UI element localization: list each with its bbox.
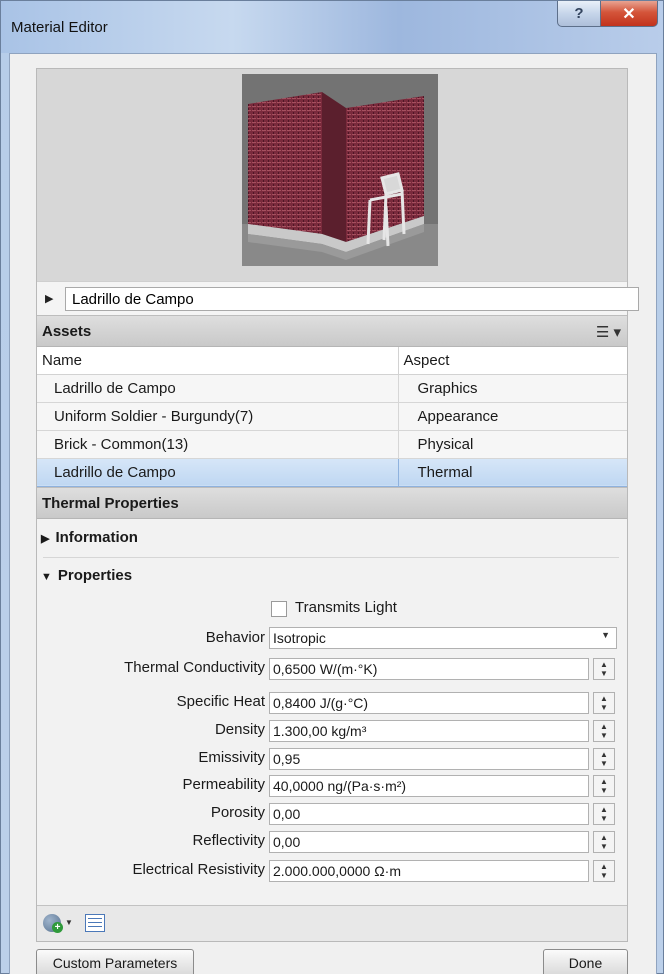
thermal-conductivity-field[interactable]: 0,6500 W/(m·°K): [269, 657, 589, 680]
spinner-arrows-icon[interactable]: ▲ ▼: [593, 719, 615, 742]
asset-name: Brick - Common(13): [37, 430, 399, 459]
dropdown-arrow-icon: ▼: [65, 918, 73, 927]
information-group[interactable]: ▶ Information: [41, 529, 138, 546]
collapsed-arrow-icon: ▶: [41, 532, 50, 545]
asset-aspect: Physical: [398, 430, 627, 459]
material-preview-area: [37, 69, 627, 281]
density-label: Density: [214, 720, 265, 738]
thermal-properties-title: Thermal Properties: [42, 494, 179, 512]
spinner-arrows-icon[interactable]: ▲ ▼: [593, 859, 615, 882]
close-button[interactable]: ✕: [600, 1, 658, 27]
asset-row[interactable]: Brick - Common(13) Physical: [37, 430, 627, 459]
information-label: Information: [55, 528, 138, 546]
expanded-arrow-icon: ▼: [41, 570, 52, 583]
electrical-resistivity-label: Electrical Resistivity: [132, 860, 265, 878]
thermal-conductivity-label: Thermal Conductivity: [124, 658, 265, 676]
behavior-label: Behavior: [205, 628, 265, 646]
asset-aspect: Graphics: [398, 374, 627, 403]
asset-name: Ladrillo de Campo: [37, 374, 399, 403]
porosity-label: Porosity: [210, 803, 265, 821]
asset-aspect: Appearance: [398, 402, 627, 431]
done-button[interactable]: Done: [543, 949, 628, 974]
specific-heat-field[interactable]: 0,8400 J/(g·°C): [269, 691, 589, 714]
spinner-arrows-icon[interactable]: ▲ ▼: [593, 657, 615, 680]
transmits-light-checkbox[interactable]: [271, 600, 287, 617]
transmits-light-label: Transmits Light: [295, 598, 397, 616]
title-bar[interactable]: Material Editor ? ✕: [1, 1, 663, 53]
asset-row[interactable]: Ladrillo de Campo Graphics: [37, 374, 627, 403]
name-column-header[interactable]: Name: [37, 347, 399, 375]
permeability-field[interactable]: 40,0000 ng/(Pa·s·m²): [269, 774, 589, 797]
spinner-arrows-icon[interactable]: ▲ ▼: [593, 747, 615, 770]
properties-group[interactable]: ▼ Properties: [41, 567, 132, 584]
custom-parameters-button[interactable]: Custom Parameters: [36, 949, 194, 974]
emissivity-field[interactable]: 0,95: [269, 747, 589, 770]
globe-add-icon: +: [43, 913, 63, 933]
spinner-arrows-icon[interactable]: ▲ ▼: [593, 691, 615, 714]
assets-title: Assets: [42, 323, 92, 340]
thermal-properties-header: Thermal Properties: [37, 486, 627, 519]
aspect-column-header[interactable]: Aspect: [398, 347, 627, 375]
behavior-value: Isotropic: [273, 629, 326, 646]
client-area: ▶ Assets ☰ ▾ Name Aspect Ladrillo d: [9, 53, 657, 974]
properties-label: Properties: [57, 566, 133, 584]
material-editor-window: Material Editor ? ✕ ▶ Ladrillo de Campo …: [0, 0, 664, 974]
thermal-properties-body: ▶ Information ▼ Properties Transmits Light…: [37, 518, 627, 905]
spinner-arrows-icon[interactable]: ▲ ▼: [593, 774, 615, 797]
specific-heat-label: Specific Heat: [176, 692, 265, 710]
help-button[interactable]: ?: [557, 1, 601, 27]
behavior-dropdown[interactable]: Isotropic ▼: [269, 626, 617, 649]
electrical-resistivity-field[interactable]: 2.000.000,0000 Ω·m: [269, 859, 589, 882]
window-title: Material Editor: [11, 19, 108, 36]
asset-name: Uniform Soldier - Burgundy(7): [37, 402, 399, 431]
asset-browser-icon[interactable]: [85, 913, 105, 932]
spinner-arrows-icon[interactable]: ▲ ▼: [593, 802, 615, 825]
assets-table: Name Aspect Ladrillo de Campo Graphics U…: [37, 347, 627, 487]
reflectivity-field[interactable]: 0,00: [269, 830, 589, 853]
permeability-label: Permeability: [182, 775, 265, 793]
list-view-icon[interactable]: ☰ ▾: [596, 323, 621, 341]
material-preview-image[interactable]: [242, 74, 438, 266]
porosity-field[interactable]: 0,00: [269, 802, 589, 825]
editor-panel: ▶ Assets ☰ ▾ Name Aspect Ladrillo d: [36, 68, 639, 942]
expand-arrow-icon[interactable]: ▶: [45, 292, 53, 305]
add-asset-button[interactable]: + ▼: [43, 913, 73, 933]
material-name-row: ▶: [37, 281, 639, 315]
divider: [43, 556, 619, 558]
spinner-arrows-icon[interactable]: ▲ ▼: [593, 830, 615, 853]
asset-row-selected[interactable]: Ladrillo de Campo Thermal: [37, 458, 627, 487]
bottom-toolbar: + ▼: [37, 904, 627, 941]
assets-header: Assets ☰ ▾: [37, 315, 627, 347]
asset-name: Ladrillo de Campo: [37, 458, 399, 487]
asset-aspect: Thermal: [398, 458, 627, 487]
dropdown-arrow-icon: ▼: [601, 629, 610, 640]
emissivity-label: Emissivity: [198, 748, 265, 766]
density-field[interactable]: 1.300,00 kg/m³: [269, 719, 589, 742]
reflectivity-label: Reflectivity: [192, 831, 265, 849]
asset-row[interactable]: Uniform Soldier - Burgundy(7) Appearance: [37, 402, 627, 431]
material-name-input[interactable]: [65, 287, 639, 311]
